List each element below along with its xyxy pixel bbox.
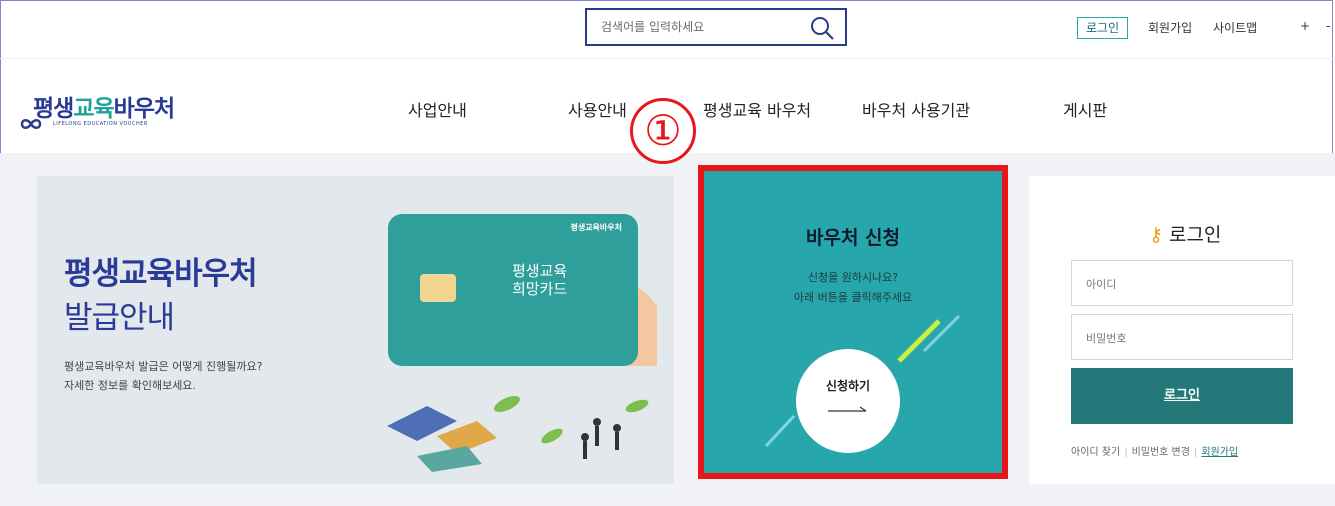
nav-item-board[interactable]: 게시판 — [1063, 97, 1107, 121]
login-links: 아이디 찾기 | 비밀번호 변경 | 회원가입 — [1071, 447, 1239, 458]
banner-description-2: 자세한 정보를 확인해보세요. — [64, 379, 196, 392]
apply-button[interactable]: 신청하기 — [796, 349, 900, 453]
banner-description-1: 평생교육바우처 발급은 어떻게 진행될까요? — [64, 360, 263, 373]
hope-card-image: 평생교육바우처 평생교육 희망카드 — [388, 214, 638, 366]
top-signup-link[interactable]: 회원가입 — [1148, 19, 1192, 36]
search-box — [585, 8, 847, 46]
banner-subtitle: 발급안내 — [64, 300, 175, 336]
password-input[interactable] — [1084, 315, 1278, 361]
arrow-right-icon — [828, 406, 867, 412]
search-input[interactable] — [599, 10, 803, 44]
logo-text: 평생교육바우처 — [33, 96, 175, 122]
apply-button-label: 신청하기 — [825, 379, 871, 393]
join-link[interactable]: 회원가입 — [1201, 447, 1238, 458]
login-title: ⚷ 로그인 — [1149, 224, 1222, 246]
step-number-badge: ① — [630, 98, 696, 164]
login-button[interactable]: 로그인 — [1071, 368, 1293, 424]
nav-item-usage[interactable]: 사용안내 — [568, 97, 627, 121]
password-field — [1071, 314, 1293, 361]
nav-item-institutions[interactable]: 바우처 사용기관 — [862, 97, 970, 121]
voucher-description-2: 아래 버튼을 클릭해주세요 — [793, 291, 913, 304]
people-books-illustration — [387, 395, 649, 472]
top-login-link[interactable]: 로그인 — [1077, 17, 1129, 39]
card-logo: 평생교육바우처 — [570, 223, 622, 232]
font-decrease-button[interactable]: - — [1326, 19, 1330, 33]
login-panel: ⚷ 로그인 로그인 아이디 찾기|비밀번호 변경|회원가입 — [1029, 176, 1335, 484]
font-increase-button[interactable]: + — [1300, 19, 1310, 33]
voucher-description-1: 신청을 원하시나요? — [807, 271, 899, 284]
find-id-link[interactable]: 아이디 찾기 — [1071, 447, 1120, 458]
card-chip-icon — [420, 274, 456, 302]
voucher-title: 바우처 신청 — [805, 227, 900, 249]
nav-item-business[interactable]: 사업안내 — [408, 97, 467, 121]
nav-item-voucher[interactable]: 평생교육 바우처 — [703, 97, 811, 121]
voucher-apply-panel: 바우처 신청 신청을 원하시나요? 아래 버튼을 클릭해주세요 신청하기 — [698, 165, 1008, 479]
change-password-link[interactable]: 비밀번호 변경 — [1132, 447, 1190, 458]
card-title-2: 희망카드 — [512, 280, 568, 298]
top-bar: 로그인 회원가입 사이트맵 + - — [0, 0, 1335, 58]
site-logo[interactable]: 평생교육바우처 LIFELONG EDUCATION VOUCHER — [33, 89, 175, 127]
search-icon[interactable] — [809, 15, 835, 41]
infinity-logo-icon — [20, 119, 42, 129]
banner-title: 평생교육바우처 — [64, 256, 258, 292]
top-sitemap-link[interactable]: 사이트맵 — [1213, 19, 1257, 36]
id-input[interactable] — [1084, 261, 1278, 307]
key-icon: ⚷ — [1149, 224, 1163, 246]
id-field — [1071, 260, 1293, 307]
